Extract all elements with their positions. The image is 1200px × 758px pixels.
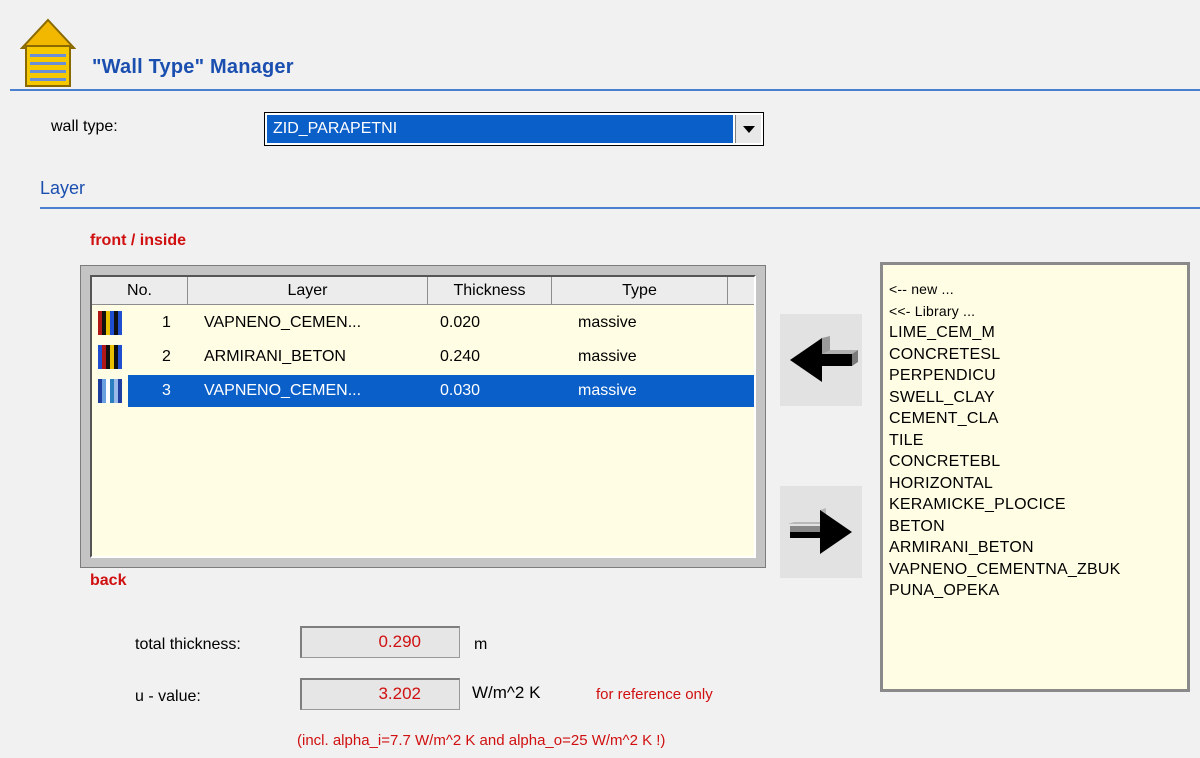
house-icon	[19, 16, 77, 92]
list-item[interactable]: CONCRETEBL	[889, 451, 1187, 473]
column-header-type[interactable]: Type	[552, 277, 728, 305]
table-row[interactable]: 2 ARMIRANI_BETON 0.240 massive	[92, 341, 754, 373]
row-thickness: 0.020	[440, 314, 481, 331]
wall-type-selected-value: ZID_PARAPETNI	[267, 115, 733, 143]
total-thickness-label: total thickness:	[135, 636, 241, 653]
layers-table-body[interactable]: No. Layer Thickness Type 1 VAPNENO_CEMEN…	[90, 275, 756, 558]
remove-layer-button[interactable]	[780, 486, 862, 578]
column-header-filler	[728, 277, 754, 305]
row-type: massive	[578, 314, 637, 331]
list-item[interactable]: ARMIRANI_BETON	[889, 537, 1187, 559]
wall-type-select[interactable]: ZID_PARAPETNI	[264, 112, 764, 146]
section-title-layer: Layer	[40, 178, 86, 198]
table-header: No. Layer Thickness Type	[92, 277, 754, 305]
row-layer: ARMIRANI_BETON	[204, 348, 346, 365]
layer-material-icon	[98, 379, 122, 403]
row-layer: VAPNENO_CEMEN...	[204, 314, 362, 331]
layer-material-icon	[98, 345, 122, 369]
list-item[interactable]: SWELL_CLAY	[889, 387, 1187, 409]
list-item[interactable]: TILE	[889, 430, 1187, 452]
arrow-right-icon	[788, 508, 852, 554]
list-item[interactable]: PUNA_OPEKA	[889, 580, 1187, 602]
material-library-list[interactable]: <-- new ... <<- Library ... LIME_CEM_M C…	[880, 262, 1190, 692]
section-divider	[40, 207, 1200, 209]
row-thickness: 0.030	[440, 382, 481, 399]
layer-material-icon	[98, 311, 122, 335]
header-divider	[10, 89, 1200, 91]
u-value-value: 3.202	[300, 678, 460, 710]
list-item[interactable]: LIME_CEM_M	[889, 322, 1187, 344]
list-item-new[interactable]: <-- new ...	[889, 279, 1187, 301]
add-layer-button[interactable]	[780, 314, 862, 406]
list-item-library[interactable]: <<- Library ...	[889, 301, 1187, 323]
reference-note: for reference only	[596, 686, 713, 703]
u-value-unit: W/m^2 K	[472, 683, 541, 702]
row-type: massive	[578, 382, 637, 399]
list-item[interactable]: VAPNENO_CEMENTNA_ZBUK	[889, 559, 1187, 581]
row-no: 2	[162, 348, 171, 365]
row-no: 3	[162, 382, 171, 399]
row-no: 1	[162, 314, 171, 331]
wall-type-label: wall type:	[51, 118, 118, 135]
arrow-left-icon	[790, 336, 858, 382]
column-header-no[interactable]: No.	[92, 277, 188, 305]
chevron-down-icon[interactable]	[735, 115, 761, 143]
list-item[interactable]: PERPENDICU	[889, 365, 1187, 387]
list-item[interactable]: BETON	[889, 516, 1187, 538]
thickness-unit: m	[474, 636, 488, 653]
u-value-label: u - value:	[135, 688, 201, 705]
front-inside-label: front / inside	[90, 232, 186, 249]
table-row[interactable]: 1 VAPNENO_CEMEN... 0.020 massive	[92, 307, 754, 339]
table-row-selected[interactable]: 3 VAPNENO_CEMEN... 0.030 massive	[92, 375, 754, 407]
page-title: "Wall Type" Manager	[92, 56, 294, 78]
layers-table: No. Layer Thickness Type 1 VAPNENO_CEMEN…	[80, 265, 766, 568]
back-label: back	[90, 572, 127, 589]
list-item[interactable]: KERAMICKE_PLOCICE	[889, 494, 1187, 516]
row-thickness: 0.240	[440, 348, 481, 365]
row-layer: VAPNENO_CEMEN...	[204, 382, 362, 399]
total-thickness-value: 0.290	[300, 626, 460, 658]
alpha-note: (incl. alpha_i=7.7 W/m^2 K and alpha_o=2…	[297, 732, 666, 749]
row-type: massive	[578, 348, 637, 365]
list-item[interactable]: CONCRETESL	[889, 344, 1187, 366]
list-item[interactable]: CEMENT_CLA	[889, 408, 1187, 430]
column-header-layer[interactable]: Layer	[188, 277, 428, 305]
column-header-thickness[interactable]: Thickness	[428, 277, 552, 305]
list-item[interactable]: HORIZONTAL	[889, 473, 1187, 495]
